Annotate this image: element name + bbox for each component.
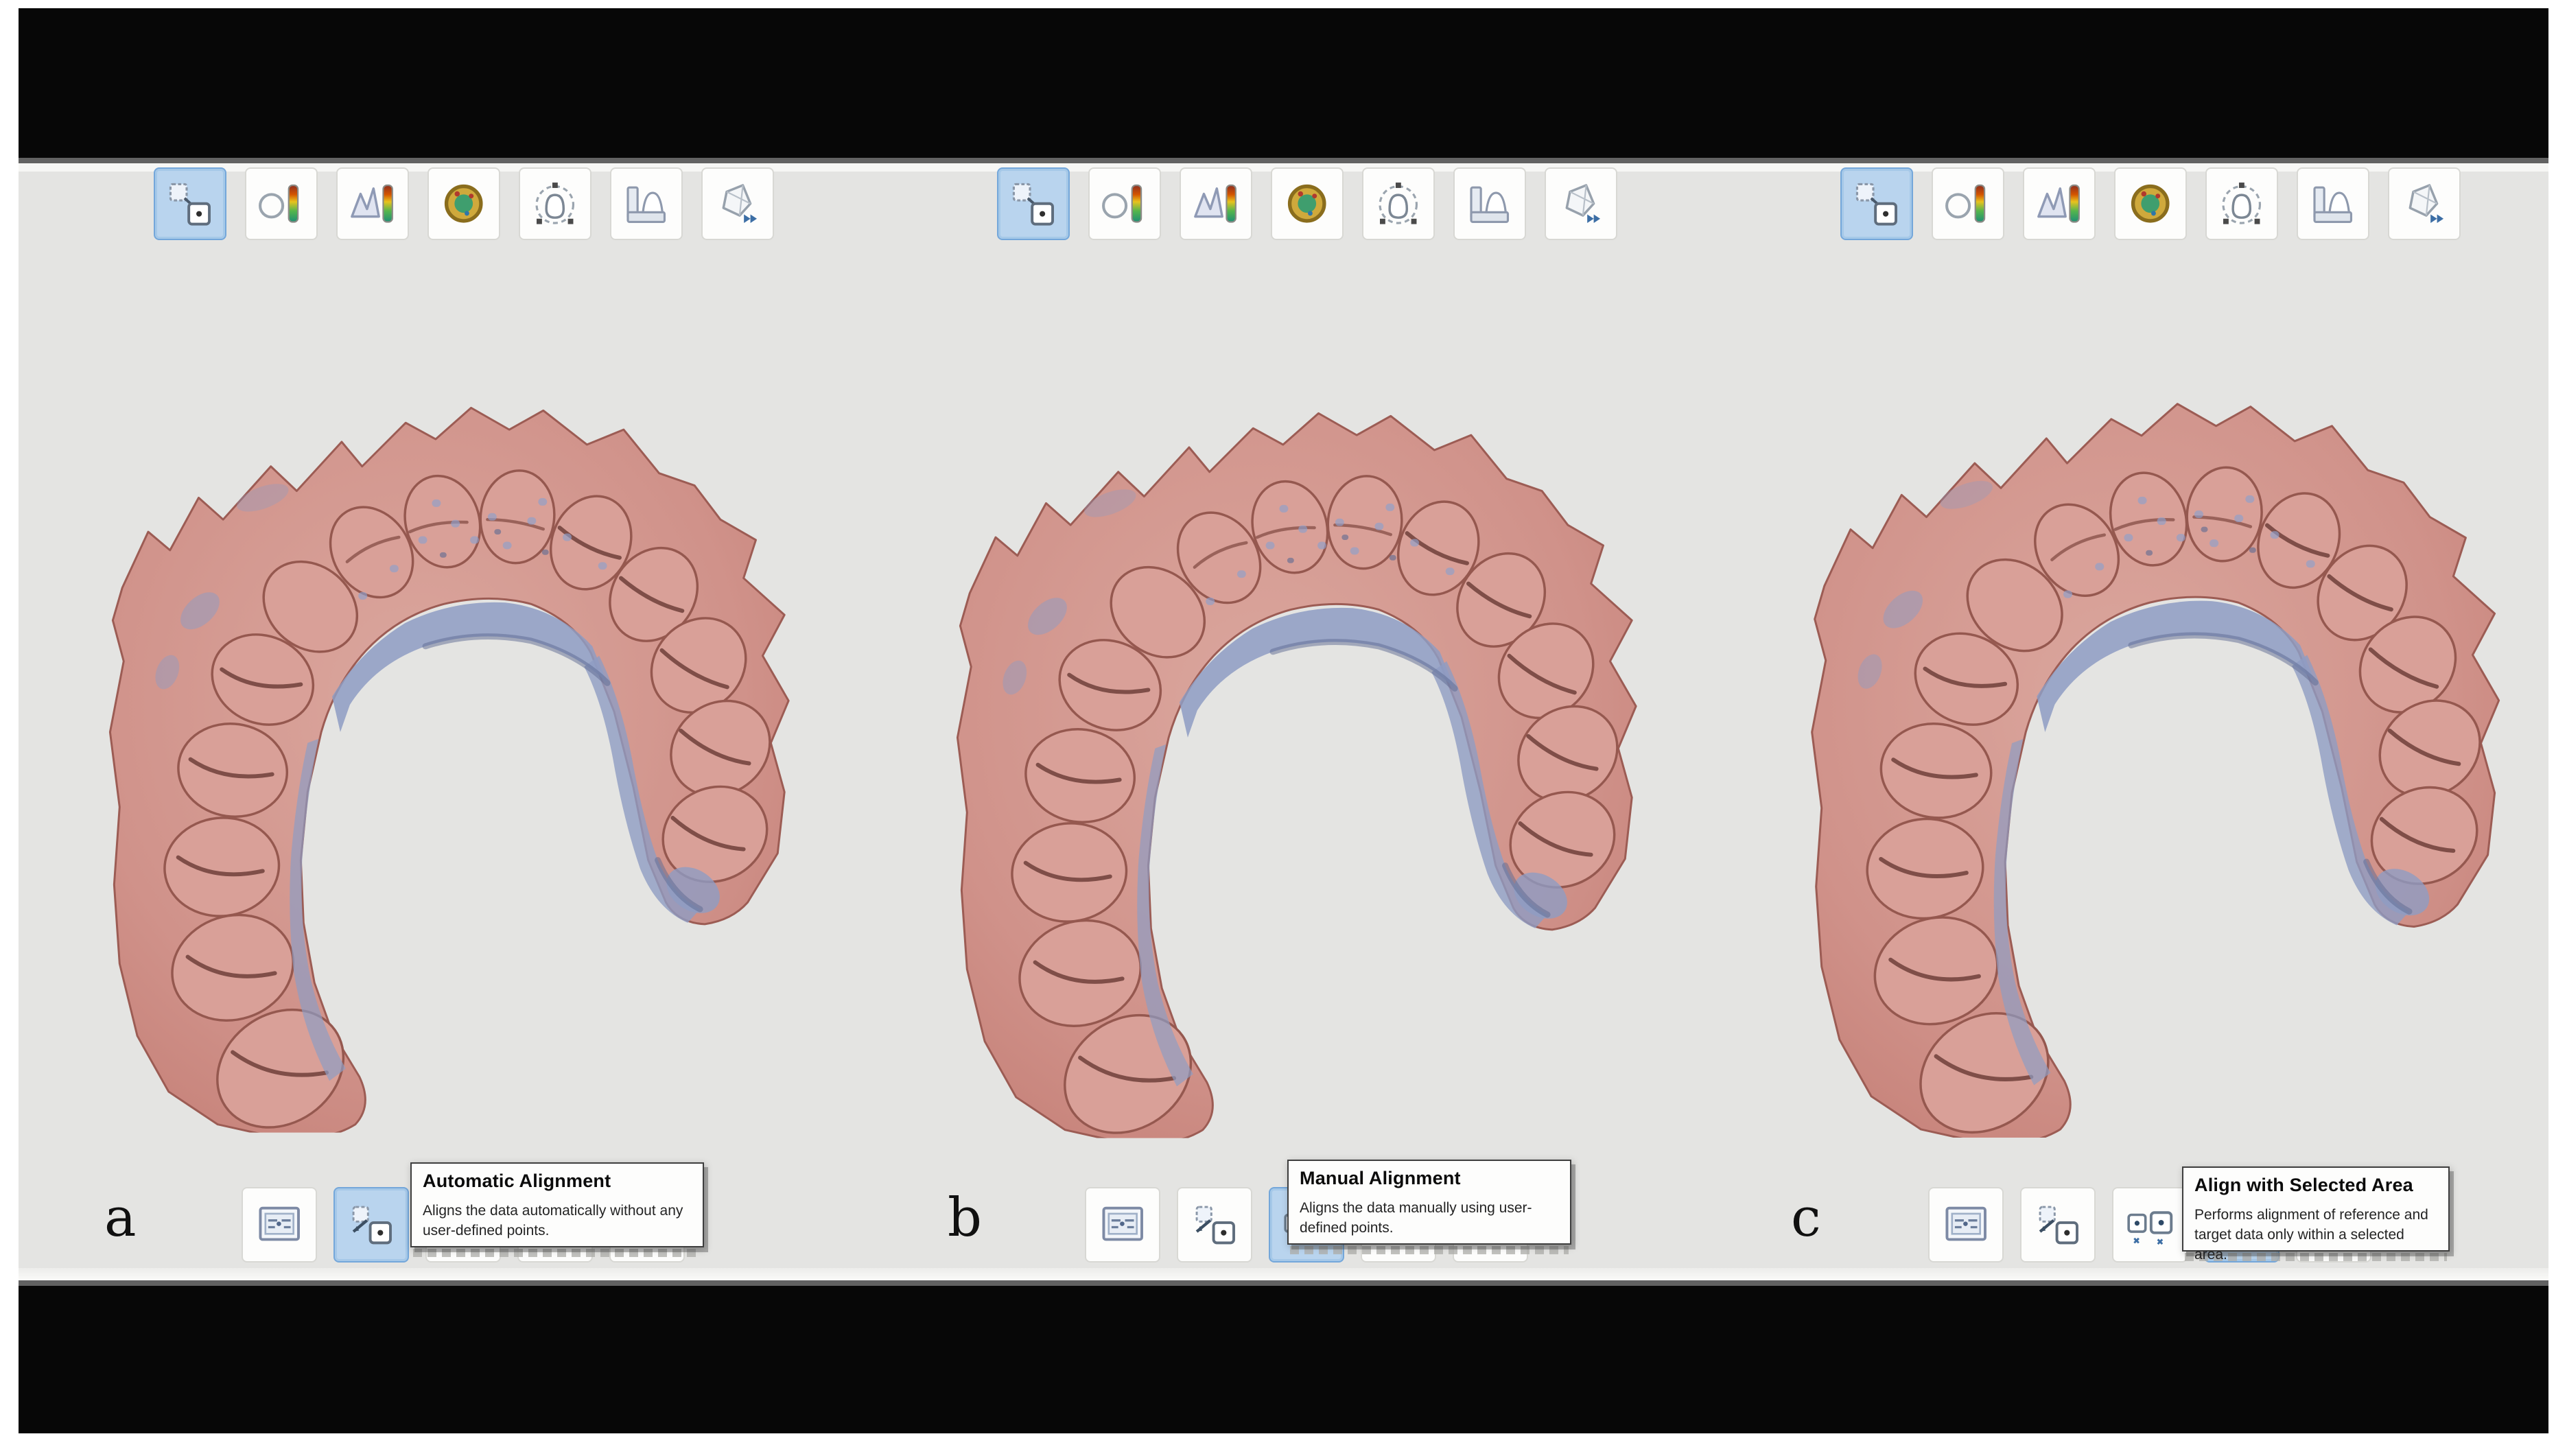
panel-label: a: [104, 1191, 137, 1245]
alignment-button[interactable]: [1840, 167, 1913, 240]
tooltip-body: Aligns the data automatically without an…: [423, 1201, 692, 1241]
alignment-table-icon: [1096, 1198, 1149, 1252]
alignment-table-button[interactable]: [242, 1187, 317, 1263]
tooltip-body: Aligns the data manually using user-defi…: [1300, 1198, 1559, 1238]
export-mesh-button[interactable]: [1545, 167, 1617, 240]
alignment-table-button[interactable]: [1928, 1187, 2004, 1263]
deviation-2d-button[interactable]: [1932, 167, 2004, 240]
transform-tooth-icon: [2216, 178, 2267, 229]
alignment-icon: [1007, 178, 1059, 229]
transform-tooth-button[interactable]: [1362, 167, 1435, 240]
dental-scan-model[interactable]: [902, 316, 1651, 1143]
occlusion-map-button[interactable]: [427, 167, 500, 240]
model-base-icon: [1464, 178, 1515, 229]
transform-tooth-icon: [1372, 178, 1424, 229]
manual-alignment-icon: [2123, 1198, 2177, 1252]
obscured-button-captions: [413, 1249, 701, 1257]
alignment-icon: [164, 178, 215, 229]
deviation-2d-button[interactable]: [245, 167, 318, 240]
export-mesh-icon: [1555, 178, 1606, 229]
panel-label: c: [1791, 1191, 1821, 1245]
deviation-3d-icon: [2033, 178, 2085, 229]
deviation-3d-button[interactable]: [336, 167, 409, 240]
export-mesh-icon: [2398, 178, 2450, 229]
tooltip: Manual Alignment Aligns the data manually…: [1287, 1160, 1571, 1245]
automatic-alignment-button[interactable]: [1177, 1187, 1252, 1263]
occlusion-map-button[interactable]: [2114, 167, 2187, 240]
alignment-table-button[interactable]: [1085, 1187, 1160, 1263]
occlusion-map-icon: [1281, 178, 1333, 229]
tooltip-body: Performs alignment of reference andtarge…: [2194, 1205, 2437, 1265]
model-base-icon: [620, 178, 672, 229]
tooltip-title: Automatic Alignment: [423, 1171, 692, 1192]
deviation-3d-button[interactable]: [2023, 167, 2096, 240]
model-base-button[interactable]: [610, 167, 683, 240]
model-base-icon: [2307, 178, 2358, 229]
alignment-button[interactable]: [154, 167, 226, 240]
deviation-2d-button[interactable]: [1088, 167, 1161, 240]
export-mesh-button[interactable]: [701, 167, 774, 240]
deviation-2d-icon: [1099, 178, 1150, 229]
tooltip: Align with Selected AreaPerforms alignme…: [2182, 1166, 2450, 1252]
panel-a: Automatic Alignment Aligns the data autom…: [19, 0, 862, 1456]
automatic-alignment-icon: [2031, 1198, 2085, 1252]
dental-scan-model[interactable]: [1750, 310, 2519, 1138]
tooltip-title: Manual Alignment: [1300, 1168, 1559, 1189]
tooltip: Automatic Alignment Aligns the data autom…: [410, 1162, 704, 1247]
panel-b: Manual Alignment Aligns the data manually…: [862, 0, 1705, 1456]
model-base-button[interactable]: [1453, 167, 1526, 240]
alignment-table-icon: [253, 1198, 306, 1252]
transform-tooth-icon: [529, 178, 581, 229]
figure-page: Automatic Alignment Aligns the data autom…: [0, 0, 2567, 1456]
model-base-button[interactable]: [2297, 167, 2369, 240]
manual-alignment-button[interactable]: [2112, 1187, 2188, 1263]
export-mesh-button[interactable]: [2388, 167, 2461, 240]
occlusion-map-icon: [2124, 178, 2176, 229]
alignment-table-icon: [1939, 1198, 1993, 1252]
automatic-alignment-button[interactable]: [333, 1187, 409, 1263]
dental-scan-model[interactable]: [54, 310, 804, 1138]
occlusion-map-button[interactable]: [1271, 167, 1344, 240]
automatic-alignment-icon: [344, 1198, 398, 1252]
tooltip-title: Align with Selected Area: [2194, 1175, 2437, 1196]
transform-tooth-button[interactable]: [2205, 167, 2278, 240]
alignment-icon: [1851, 178, 1902, 229]
deviation-3d-icon: [347, 178, 398, 229]
automatic-alignment-icon: [1188, 1198, 1241, 1252]
deviation-2d-icon: [1942, 178, 1993, 229]
panel-label: b: [948, 1191, 982, 1245]
panel-c: Align with Selected Area Performs alignme…: [1705, 0, 2548, 1456]
automatic-alignment-button[interactable]: [2020, 1187, 2096, 1263]
alignment-button[interactable]: [997, 167, 1070, 240]
export-mesh-icon: [712, 178, 763, 229]
deviation-3d-button[interactable]: [1180, 167, 1252, 240]
deviation-3d-icon: [1190, 178, 1241, 229]
transform-tooth-button[interactable]: [519, 167, 591, 240]
deviation-2d-icon: [255, 178, 307, 229]
occlusion-map-icon: [438, 178, 489, 229]
obscured-button-captions: [1290, 1246, 1569, 1254]
